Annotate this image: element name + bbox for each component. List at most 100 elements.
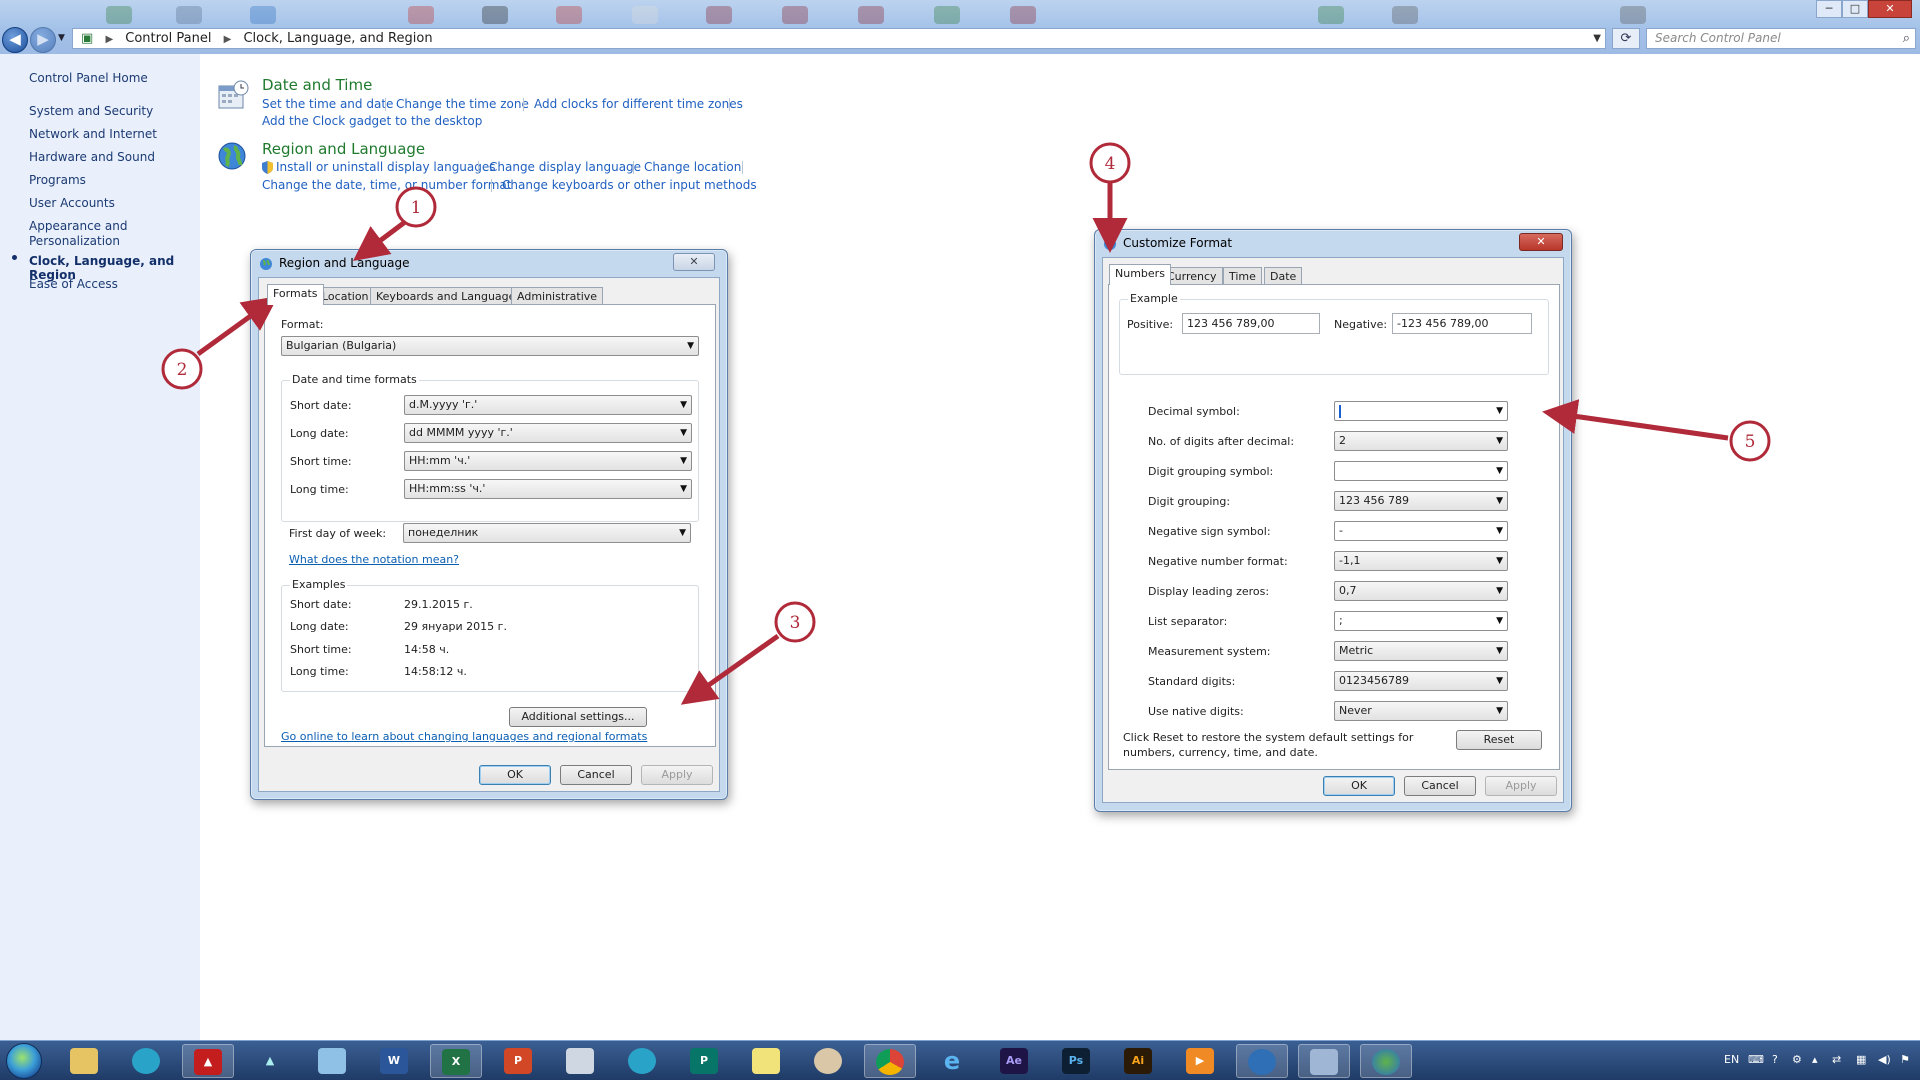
breadcrumb-clock-language-region[interactable]: Clock, Language, and Region: [243, 31, 432, 46]
taskbar-publisher[interactable]: P: [678, 1044, 730, 1078]
taskbar-app-4[interactable]: ▲: [244, 1044, 296, 1078]
taskbar-app-9[interactable]: [554, 1044, 606, 1078]
link-change-time-zone[interactable]: Change the time zone: [396, 97, 529, 111]
search-icon[interactable]: ⌕: [1903, 29, 1910, 48]
taskbar-explorer[interactable]: [58, 1044, 110, 1078]
start-button[interactable]: [6, 1043, 42, 1079]
link-set-time-date[interactable]: Set the time and date: [262, 97, 393, 111]
date-time-title[interactable]: Date and Time: [262, 76, 372, 94]
cancel-button[interactable]: Cancel: [1404, 776, 1476, 796]
online-languages-link[interactable]: Go online to learn about changing langua…: [281, 730, 647, 743]
digits-after-decimal-dropdown[interactable]: 2 ▼: [1334, 431, 1508, 451]
link-add-clock-gadget[interactable]: Add the Clock gadget to the desktop: [262, 114, 482, 128]
tab-formats[interactable]: Formats: [267, 284, 324, 305]
taskbar-photoshop[interactable]: Ps: [1050, 1044, 1102, 1078]
tab-location[interactable]: Location: [316, 287, 375, 305]
tray-keyboard-icon[interactable]: ⌨: [1748, 1053, 1764, 1066]
tray-flag-icon[interactable]: ⚑: [1900, 1053, 1910, 1066]
taskbar-ie[interactable]: e: [926, 1044, 978, 1078]
long-time-dropdown[interactable]: HH:mm:ss 'ч.' ▼: [404, 479, 692, 499]
tray-settings-icon[interactable]: ⚙: [1792, 1053, 1802, 1066]
taskbar-app-20[interactable]: [1236, 1044, 1288, 1078]
apply-button[interactable]: Apply: [641, 765, 713, 785]
sidebar-item-appearance[interactable]: Appearance and: [29, 219, 127, 233]
cancel-button[interactable]: Cancel: [560, 765, 632, 785]
short-time-dropdown[interactable]: HH:mm 'ч.' ▼: [404, 451, 692, 471]
link-add-clocks[interactable]: Add clocks for different time zones: [534, 97, 743, 111]
sidebar-item-control-panel-home[interactable]: Control Panel Home: [29, 71, 148, 85]
tray-help-icon[interactable]: ?: [1772, 1053, 1778, 1066]
link-change-display-language[interactable]: Change display language: [489, 160, 641, 174]
link-install-languages[interactable]: Install or uninstall display languages: [276, 160, 496, 174]
tray-expand-icon[interactable]: ▴: [1812, 1053, 1818, 1066]
ok-button[interactable]: OK: [1323, 776, 1395, 796]
sidebar-item-network-internet[interactable]: Network and Internet: [29, 127, 157, 141]
sidebar-item-hardware-sound[interactable]: Hardware and Sound: [29, 150, 155, 164]
format-dropdown[interactable]: Bulgarian (Bulgaria) ▼: [281, 336, 699, 356]
forward-button[interactable]: ▶: [30, 27, 56, 53]
address-dropdown-icon[interactable]: ▼: [1593, 29, 1601, 48]
search-input[interactable]: Search Control Panel ⌕: [1646, 28, 1916, 49]
sidebar-item-personalization[interactable]: Personalization: [29, 234, 120, 248]
tray-sync-icon[interactable]: ⇄: [1832, 1053, 1841, 1066]
taskbar-app-2[interactable]: [120, 1044, 172, 1078]
taskbar-region-language[interactable]: [1360, 1044, 1412, 1078]
first-day-dropdown[interactable]: понеделник ▼: [403, 523, 691, 543]
taskbar-acrobat[interactable]: ▲: [182, 1044, 234, 1078]
tab-numbers[interactable]: Numbers: [1109, 264, 1171, 285]
recent-pages-dropdown[interactable]: ▼: [58, 33, 65, 43]
taskbar-chrome[interactable]: [864, 1044, 916, 1078]
tab-date[interactable]: Date: [1264, 267, 1303, 285]
refresh-button[interactable]: ⟳: [1612, 28, 1640, 49]
taskbar-control-panel[interactable]: [1298, 1044, 1350, 1078]
list-separator-dropdown[interactable]: ; ▼: [1334, 611, 1508, 631]
maximize-button[interactable]: □: [1842, 0, 1868, 18]
tab-time[interactable]: Time: [1223, 267, 1262, 285]
taskbar-app-10[interactable]: [616, 1044, 668, 1078]
back-button[interactable]: ◀: [2, 27, 28, 53]
taskbar-app-19[interactable]: ▶: [1174, 1044, 1226, 1078]
taskbar-app-12[interactable]: [740, 1044, 792, 1078]
taskbar-illustrator[interactable]: Ai: [1112, 1044, 1164, 1078]
close-button[interactable]: ✕: [1868, 0, 1912, 18]
standard-digits-dropdown[interactable]: 0123456789 ▼: [1334, 671, 1508, 691]
notation-help-link[interactable]: What does the notation mean?: [289, 553, 459, 566]
ok-button[interactable]: OK: [479, 765, 551, 785]
measurement-system-dropdown[interactable]: Metric ▼: [1334, 641, 1508, 661]
address-bar[interactable]: ▣ ▶ Control Panel ▶ Clock, Language, and…: [72, 28, 1606, 49]
taskbar-excel[interactable]: X: [430, 1044, 482, 1078]
digit-grouping-dropdown[interactable]: 123 456 789 ▼: [1334, 491, 1508, 511]
tab-administrative[interactable]: Administrative: [511, 287, 604, 305]
apply-button[interactable]: Apply: [1485, 776, 1557, 796]
digit-grouping-symbol-dropdown[interactable]: ▼: [1334, 461, 1508, 481]
taskbar-after-effects[interactable]: Ae: [988, 1044, 1040, 1078]
tab-keyboards-languages[interactable]: Keyboards and Languages: [370, 287, 528, 305]
taskbar-app-5[interactable]: [306, 1044, 358, 1078]
dialog-close-button[interactable]: ✕: [673, 253, 715, 271]
link-change-date-number-format[interactable]: Change the date, time, or number format: [262, 178, 511, 192]
negative-number-format-dropdown[interactable]: -1,1 ▼: [1334, 551, 1508, 571]
tray-language-indicator[interactable]: EN: [1724, 1053, 1739, 1066]
negative-sign-dropdown[interactable]: - ▼: [1334, 521, 1508, 541]
sidebar-item-system-security[interactable]: System and Security: [29, 104, 153, 118]
breadcrumb-control-panel[interactable]: Control Panel: [125, 31, 211, 46]
leading-zeros-dropdown[interactable]: 0,7 ▼: [1334, 581, 1508, 601]
taskbar-word[interactable]: W: [368, 1044, 420, 1078]
additional-settings-button[interactable]: Additional settings...: [509, 707, 647, 727]
dialog-close-button[interactable]: ✕: [1519, 233, 1563, 251]
reset-button[interactable]: Reset: [1456, 730, 1542, 750]
decimal-symbol-dropdown[interactable]: ▼: [1334, 401, 1508, 421]
link-change-keyboards[interactable]: Change keyboards or other input methods: [502, 178, 757, 192]
tray-network-icon[interactable]: ▦: [1856, 1053, 1866, 1066]
sidebar-item-programs[interactable]: Programs: [29, 173, 86, 187]
short-date-dropdown[interactable]: d.M.yyyy 'г.' ▼: [404, 395, 692, 415]
link-change-location[interactable]: Change location: [644, 160, 741, 174]
minimize-button[interactable]: ─: [1816, 0, 1842, 18]
native-digits-dropdown[interactable]: Never ▼: [1334, 701, 1508, 721]
sidebar-item-user-accounts[interactable]: User Accounts: [29, 196, 115, 210]
taskbar-powerpoint[interactable]: P: [492, 1044, 544, 1078]
long-date-dropdown[interactable]: dd MMMM yyyy 'г.' ▼: [404, 423, 692, 443]
tray-volume-icon[interactable]: ◀): [1878, 1053, 1891, 1066]
region-language-title[interactable]: Region and Language: [262, 140, 425, 158]
taskbar-app-13[interactable]: [802, 1044, 854, 1078]
